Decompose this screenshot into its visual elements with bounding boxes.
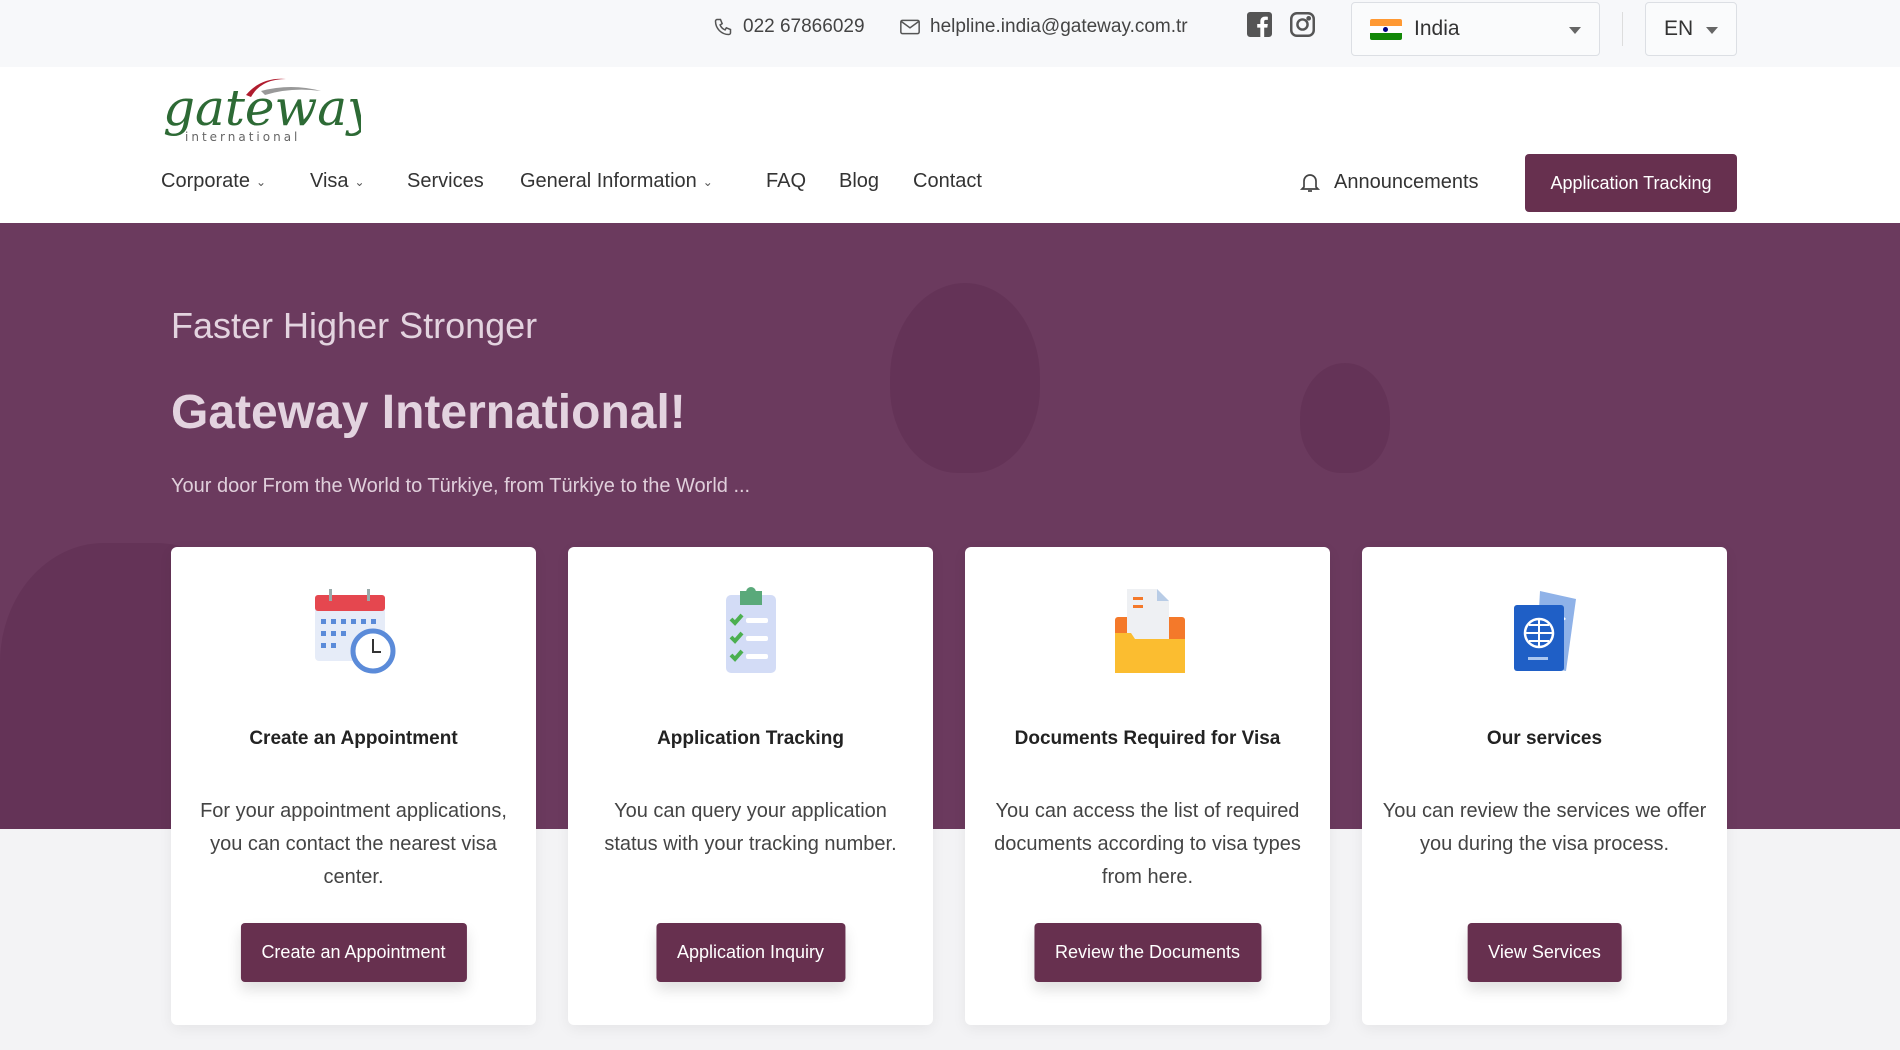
card-description: For your appointment applications, you c… <box>191 795 516 894</box>
nav-corporate[interactable]: Corporate ⌄ <box>161 170 266 193</box>
nav-general-information[interactable]: General Information ⌄ <box>520 170 713 193</box>
card-our-services: Our services You can review the services… <box>1362 547 1727 1025</box>
card-documents-required: Documents Required for Visa You can acce… <box>965 547 1330 1025</box>
chevron-down-icon: ⌄ <box>256 175 266 189</box>
chevron-down-icon <box>1569 27 1581 34</box>
nav-label: Services <box>407 170 484 193</box>
nav-faq[interactable]: FAQ <box>766 170 806 193</box>
facebook-icon[interactable] <box>1247 12 1272 37</box>
language-select[interactable]: EN <box>1645 2 1737 56</box>
logo[interactable]: gateway international <box>161 75 361 152</box>
nav-blog[interactable]: Blog <box>839 170 879 193</box>
card-create-appointment: Create an Appointment For your appointme… <box>171 547 536 1025</box>
nav-label: FAQ <box>766 170 806 193</box>
passport-icon <box>1502 587 1587 675</box>
language-label: EN <box>1664 17 1693 41</box>
top-bar: 022 67866029 helpline.india@gateway.com.… <box>0 0 1900 67</box>
nav-services[interactable]: Services <box>407 170 484 193</box>
phone-link[interactable]: 022 67866029 <box>713 16 865 38</box>
review-documents-button[interactable]: Review the Documents <box>1034 923 1261 982</box>
phone-number: 022 67866029 <box>743 16 865 38</box>
nav-label: Contact <box>913 170 982 193</box>
nav-label: Blog <box>839 170 879 193</box>
mail-icon <box>900 19 920 35</box>
card-title: Our services <box>1362 728 1727 750</box>
bell-icon <box>1298 170 1322 194</box>
announcements-label: Announcements <box>1334 171 1479 194</box>
folder-document-icon <box>1105 587 1190 675</box>
chevron-down-icon: ⌄ <box>703 175 713 189</box>
card-application-tracking: Application Tracking You can query your … <box>568 547 933 1025</box>
calendar-clock-icon <box>311 587 396 675</box>
nav-label: General Information <box>520 170 697 193</box>
nav-visa[interactable]: Visa ⌄ <box>310 170 365 193</box>
card-description: You can review the services we offer you… <box>1382 795 1707 861</box>
hero-tagline: Faster Higher Stronger <box>171 305 537 347</box>
nav-label: Corporate <box>161 170 250 193</box>
logo-text: gateway <box>163 79 361 137</box>
announcements-link[interactable]: Announcements <box>1298 170 1479 194</box>
card-title: Create an Appointment <box>171 728 536 750</box>
chevron-down-icon: ⌄ <box>355 175 365 189</box>
hero-title: Gateway International! <box>171 385 686 440</box>
hero-subtitle: Your door From the World to Türkiye, fro… <box>171 475 750 498</box>
card-description: You can query your application status wi… <box>588 795 913 861</box>
email-address: helpline.india@gateway.com.tr <box>930 16 1188 38</box>
country-label: India <box>1414 17 1460 41</box>
application-tracking-button[interactable]: Application Tracking <box>1525 154 1737 212</box>
chevron-down-icon <box>1706 27 1718 34</box>
country-select[interactable]: India <box>1351 2 1600 56</box>
nav-label: Visa <box>310 170 349 193</box>
clipboard-check-icon <box>708 587 793 675</box>
email-link[interactable]: helpline.india@gateway.com.tr <box>900 16 1188 38</box>
instagram-icon[interactable] <box>1289 11 1316 38</box>
nav-contact[interactable]: Contact <box>913 170 982 193</box>
create-appointment-button[interactable]: Create an Appointment <box>240 923 466 982</box>
header: gateway international Corporate ⌄ Visa ⌄ S… <box>0 67 1900 223</box>
balloon-decoration <box>1300 363 1390 473</box>
divider <box>1622 12 1623 46</box>
application-inquiry-button[interactable]: Application Inquiry <box>656 923 845 982</box>
india-flag-icon <box>1370 19 1402 40</box>
balloon-decoration <box>890 283 1040 473</box>
card-title: Documents Required for Visa <box>965 728 1330 750</box>
view-services-button[interactable]: View Services <box>1467 923 1622 982</box>
svg-text:international: international <box>185 130 300 144</box>
phone-icon <box>713 17 733 37</box>
card-description: You can access the list of required docu… <box>985 795 1310 894</box>
card-title: Application Tracking <box>568 728 933 750</box>
